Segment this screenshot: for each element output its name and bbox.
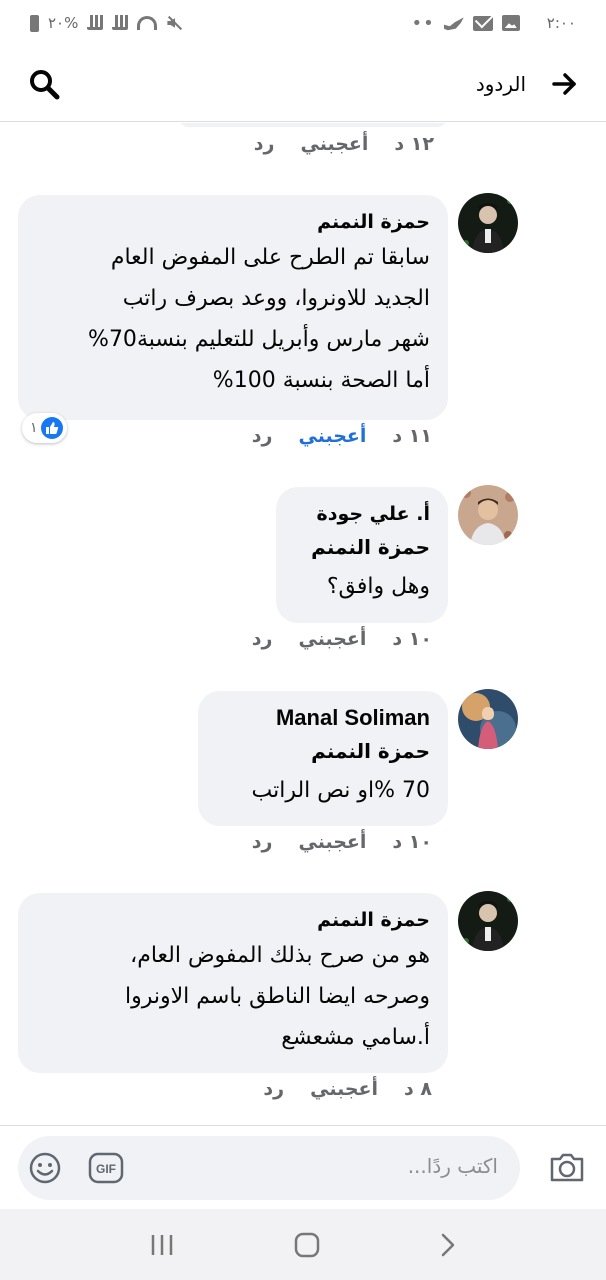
comment-bubble[interactable]: حمزة النمنم سابقا تم الطرح على المفوض ال…	[18, 195, 448, 420]
mention-link[interactable]: حمزة النمنم	[216, 733, 430, 770]
reply-placeholder: اكتب ردًا...	[407, 1154, 498, 1178]
thumbs-up-icon	[40, 417, 63, 439]
like-link-active[interactable]: أعجبني	[299, 425, 367, 447]
back-icon[interactable]	[439, 1232, 457, 1258]
status-time: ٢:٠٠	[546, 14, 576, 32]
reaction-count: ١	[30, 420, 38, 436]
comment-line: وهل وافق؟	[326, 574, 430, 599]
status-right: •• ٢:٠٠	[412, 13, 576, 34]
mute-icon	[166, 15, 182, 31]
comment-bubble[interactable]: Manal Soliman حمزة النمنم 70 %او نص الرا…	[198, 691, 448, 826]
more-notifications-dots: ••	[411, 12, 435, 34]
emoji-icon[interactable]	[28, 1151, 62, 1189]
replies-feed[interactable]: ١٢ د أعجبني رد حمزة النمنم سابقا تم الطر…	[0, 123, 606, 1125]
status-left: ٢٠%	[30, 14, 182, 32]
reply-link[interactable]: رد	[254, 133, 275, 155]
header: الردود	[0, 46, 606, 122]
screen: ٢٠% •• ٢:٠٠ الردود ١٢ د أعجبني رد حمزة ا…	[0, 0, 606, 1280]
reaction-badge[interactable]: ١	[22, 413, 67, 443]
partial-comment-bubble	[178, 123, 448, 127]
like-link[interactable]: أعجبني	[301, 133, 369, 155]
back-arrow-icon[interactable]	[552, 72, 578, 96]
avatar[interactable]	[458, 891, 518, 951]
comment-author[interactable]: حمزة النمنم	[36, 905, 430, 935]
search-icon[interactable]	[28, 68, 60, 100]
reply-link[interactable]: رد	[252, 628, 273, 650]
like-link[interactable]: أعجبني	[299, 628, 367, 650]
twitter-icon	[443, 17, 464, 31]
comment-line: وصرحه ايضا الناطق باسم الاونروا	[124, 984, 430, 1009]
like-link[interactable]: أعجبني	[310, 1078, 378, 1100]
reply-link[interactable]: رد	[252, 425, 273, 447]
reply-composer: GIF اكتب ردًا...	[0, 1125, 606, 1209]
signal-icon	[87, 15, 104, 30]
signal-icon-2	[112, 15, 129, 30]
comment-actions: ١٠ د أعجبني رد	[252, 628, 432, 650]
gif-icon[interactable]: GIF	[88, 1151, 124, 1189]
comment-time: ١١ د	[392, 425, 432, 447]
header-title-wrap: الردود	[476, 72, 578, 96]
like-link[interactable]: أعجبني	[299, 831, 367, 853]
comment-author[interactable]: Manal Soliman	[216, 703, 430, 733]
gif-label: GIF	[96, 1162, 116, 1176]
comment-time: ٨ د	[404, 1078, 432, 1100]
home-icon[interactable]	[294, 1232, 320, 1258]
recent-apps-icon[interactable]	[149, 1233, 175, 1257]
comment-line: شهر مارس وأبريل للتعليم بنسبة70%	[88, 327, 430, 352]
comment-actions: ١٠ د أعجبني رد	[252, 831, 432, 853]
reply-link[interactable]: رد	[252, 831, 273, 853]
comment-line: أ.سامي مشعشع	[281, 1025, 430, 1050]
mention-link[interactable]: حمزة النمنم	[294, 529, 430, 566]
comment-author[interactable]: حمزة النمنم	[36, 207, 430, 237]
comment-line: هو من صرح بذلك المفوض العام،	[130, 943, 430, 968]
status-bar: ٢٠% •• ٢:٠٠	[0, 0, 606, 46]
partial-comment-actions: ١٢ د أعجبني رد	[254, 133, 434, 155]
comment-author[interactable]: أ. علي جودة	[294, 499, 431, 529]
image-icon	[501, 15, 520, 31]
comment-time: ١٠ د	[392, 628, 432, 650]
comment-time: ١٠ د	[392, 831, 432, 853]
reply-link[interactable]: رد	[263, 1078, 284, 1100]
avatar[interactable]	[458, 485, 518, 545]
wifi-icon	[137, 16, 158, 30]
comment-actions: ١١ د أعجبني رد	[252, 425, 432, 447]
comment-time: ١٢ د	[394, 133, 434, 155]
camera-icon[interactable]	[548, 1150, 586, 1188]
comment-actions: ٨ د أعجبني رد	[263, 1078, 432, 1100]
avatar[interactable]	[458, 689, 518, 749]
avatar[interactable]	[458, 193, 518, 253]
comment-line: الجديد للاونروا، ووعد بصرف راتب	[122, 286, 430, 311]
system-nav-bar	[0, 1209, 606, 1280]
page-title: الردود	[475, 71, 526, 96]
reply-input[interactable]: GIF اكتب ردًا...	[18, 1136, 520, 1200]
battery-text: ٢٠%	[48, 14, 79, 32]
mail-icon	[472, 15, 493, 31]
comment-line: أما الصحة بنسبة 100%	[212, 368, 430, 393]
comment-line: 70 %او نص الراتب	[251, 778, 431, 803]
comment-line: سابقا تم الطرح على المفوض العام	[110, 245, 430, 270]
comment-bubble[interactable]: حمزة النمنم هو من صرح بذلك المفوض العام،…	[18, 893, 448, 1073]
battery-icon	[30, 14, 39, 32]
comment-bubble[interactable]: أ. علي جودة حمزة النمنم وهل وافق؟	[276, 487, 448, 623]
